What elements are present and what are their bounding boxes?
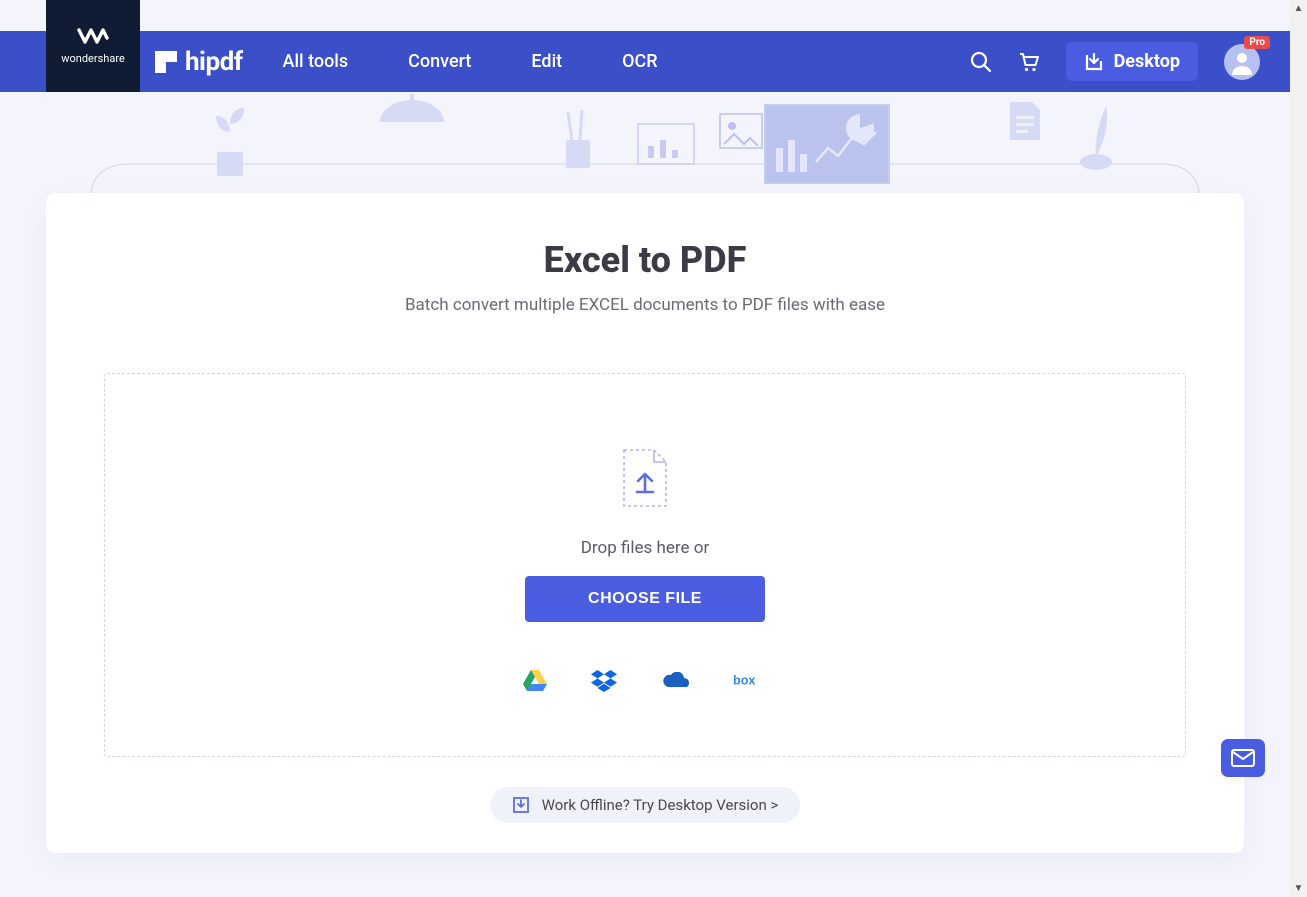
chat-support-button[interactable] bbox=[1221, 739, 1265, 777]
onedrive-icon[interactable] bbox=[661, 672, 689, 694]
main-card: Excel to PDF Batch convert multiple EXCE… bbox=[46, 193, 1244, 853]
cloud-sources-row: box bbox=[523, 670, 767, 696]
svg-text:box: box bbox=[733, 673, 755, 687]
wondershare-badge[interactable]: wondershare bbox=[46, 0, 140, 92]
avatar[interactable]: Pro bbox=[1224, 44, 1260, 80]
scroll-down-icon[interactable]: ▼ bbox=[1294, 880, 1304, 897]
work-offline-label: Work Offline? Try Desktop Version > bbox=[542, 796, 779, 814]
nav-all-tools[interactable]: All tools bbox=[283, 51, 349, 72]
choose-file-button[interactable]: CHOOSE FILE bbox=[525, 576, 765, 622]
desktop-button-label: Desktop bbox=[1114, 51, 1180, 72]
google-drive-icon[interactable] bbox=[523, 670, 547, 696]
wondershare-logo-icon bbox=[77, 28, 109, 46]
scrollbar[interactable]: ▲ ▼ bbox=[1290, 0, 1307, 897]
decorative-banner bbox=[0, 92, 1290, 202]
mail-icon bbox=[1231, 749, 1255, 767]
download-icon bbox=[512, 796, 530, 814]
drop-zone[interactable]: Drop files here or CHOOSE FILE box bbox=[104, 373, 1186, 757]
dropbox-icon[interactable] bbox=[591, 670, 617, 696]
nav-convert[interactable]: Convert bbox=[408, 51, 471, 72]
cart-icon[interactable] bbox=[1018, 51, 1040, 73]
drop-hint-text: Drop files here or bbox=[581, 538, 709, 558]
hipdf-logo[interactable]: hipdf bbox=[155, 47, 243, 77]
page-subtitle: Batch convert multiple EXCEL documents t… bbox=[104, 295, 1186, 315]
choose-file-label: CHOOSE FILE bbox=[588, 590, 702, 608]
hipdf-logo-icon bbox=[155, 51, 177, 73]
nav-edit[interactable]: Edit bbox=[531, 51, 562, 72]
navbar: hipdf All tools Convert Edit OCR Desktop… bbox=[0, 31, 1290, 92]
top-background-strip bbox=[0, 0, 1290, 31]
desktop-button[interactable]: Desktop bbox=[1066, 42, 1198, 81]
search-icon[interactable] bbox=[970, 51, 992, 73]
wondershare-label: wondershare bbox=[61, 52, 125, 65]
scroll-up-icon[interactable]: ▲ bbox=[1294, 0, 1304, 17]
upload-file-icon bbox=[620, 448, 670, 508]
box-icon[interactable]: box bbox=[733, 673, 767, 693]
download-icon bbox=[1084, 52, 1104, 72]
work-offline-button[interactable]: Work Offline? Try Desktop Version > bbox=[490, 787, 801, 823]
avatar-icon bbox=[1229, 49, 1255, 75]
pro-badge: Pro bbox=[1244, 36, 1270, 49]
hipdf-brand-text: hipdf bbox=[185, 47, 243, 77]
page-title: Excel to PDF bbox=[104, 239, 1186, 281]
nav-ocr[interactable]: OCR bbox=[622, 51, 657, 72]
